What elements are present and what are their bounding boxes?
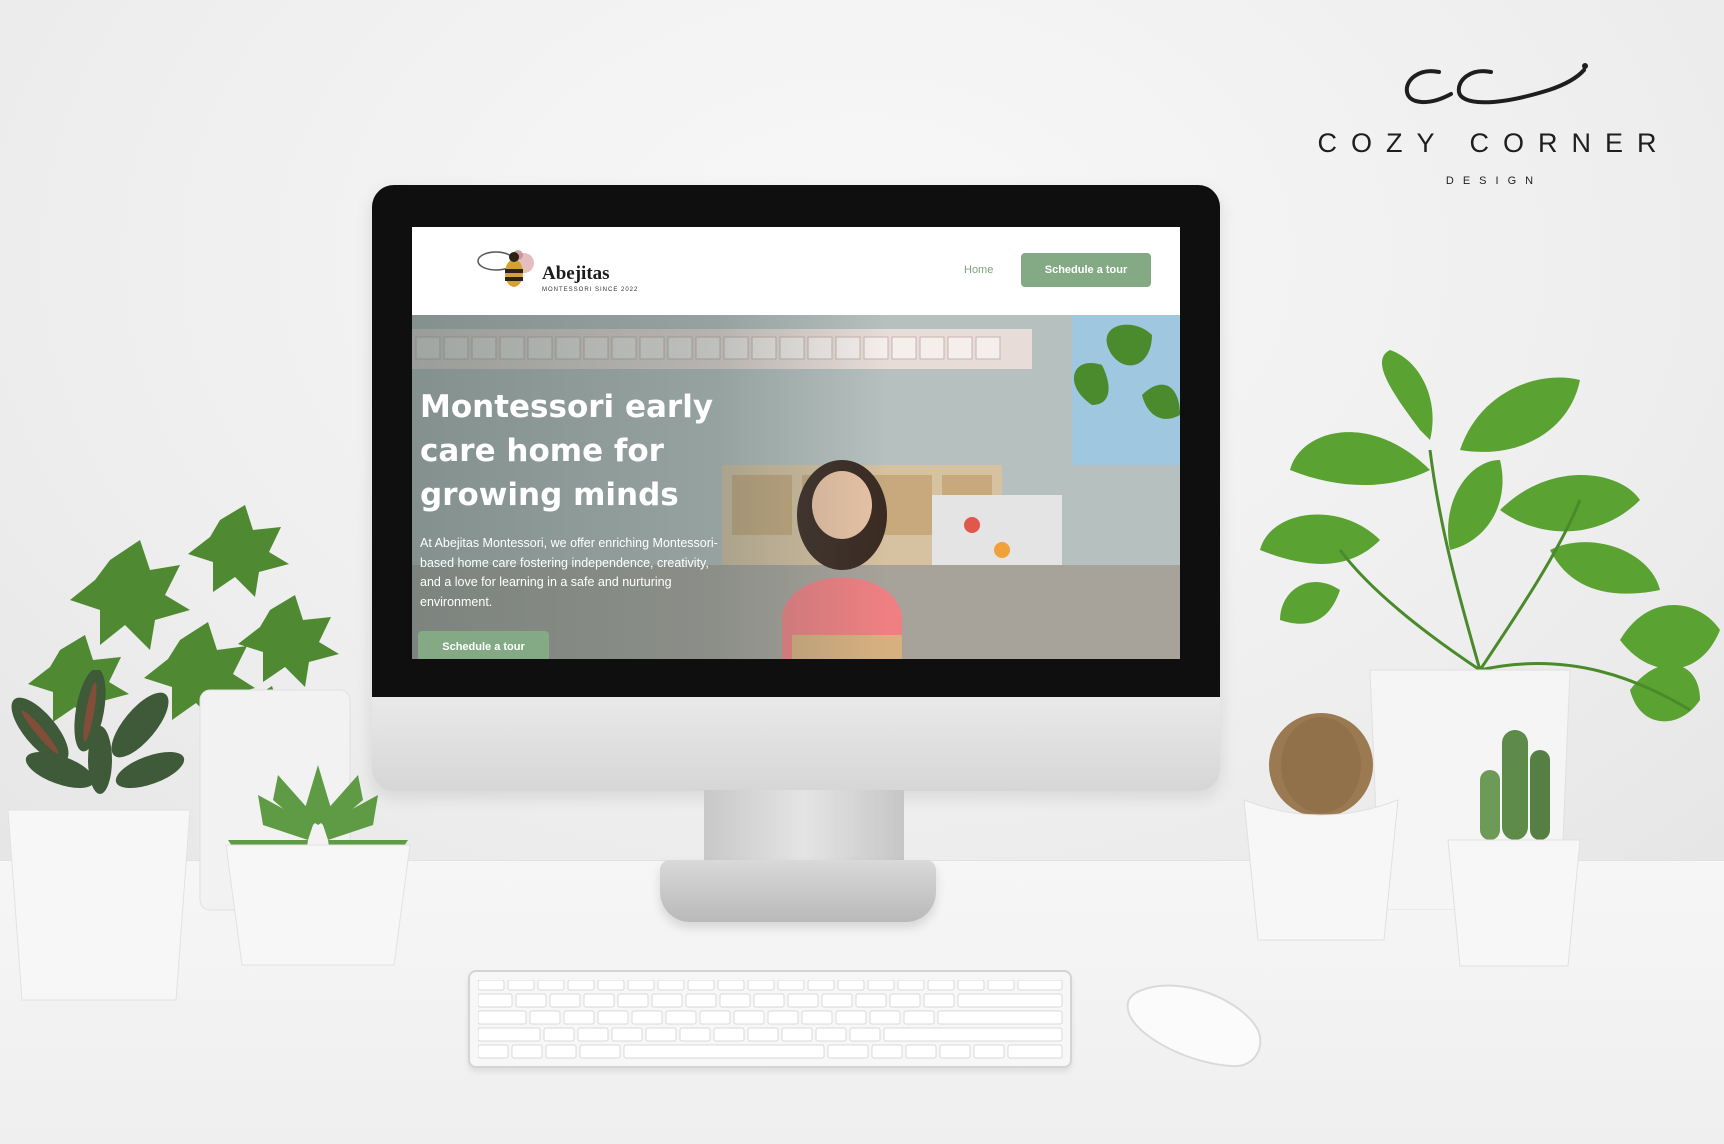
site-header: Abejitas MONTESSORI SINCE 2022 Home Sche… (412, 227, 1180, 315)
keyboard (468, 970, 1072, 1068)
column-cactus-plant (1447, 730, 1581, 967)
logo-name: Abejitas (542, 263, 610, 284)
cozy-corner-logo-icon (1404, 63, 1588, 105)
website-screen: Abejitas MONTESSORI SINCE 2022 Home Sche… (412, 227, 1180, 659)
hero-section: Montessori early care home for growing m… (412, 315, 1180, 659)
hero-title: Montessori early care home for growing m… (420, 389, 714, 513)
bee-icon (477, 250, 534, 287)
round-cactus-plant (1243, 713, 1399, 941)
peperomia-plant (7, 670, 191, 1001)
cozy-corner-brand: COZY CORNER DESIGN (1304, 60, 1684, 187)
brand-name: COZY CORNER (1317, 128, 1671, 158)
brand-subtitle: DESIGN (1445, 175, 1543, 187)
logo-tagline: MONTESSORI SINCE 2022 (542, 287, 639, 293)
keyboard-keys (478, 980, 1063, 1059)
monitor-stand-neck (704, 790, 904, 865)
hero-description: At Abejitas Montessori, we offer enrichi… (420, 536, 718, 609)
monitor-chin (372, 697, 1220, 791)
site-logo[interactable]: Abejitas MONTESSORI SINCE 2022 (476, 243, 646, 303)
nav-home-link[interactable]: Home (964, 264, 993, 276)
magic-mouse (1126, 984, 1262, 1068)
schedule-tour-header-button[interactable]: Schedule a tour (1021, 253, 1151, 287)
schedule-tour-hero-button[interactable]: Schedule a tour (418, 631, 549, 659)
monitor-stand-base (660, 860, 936, 922)
